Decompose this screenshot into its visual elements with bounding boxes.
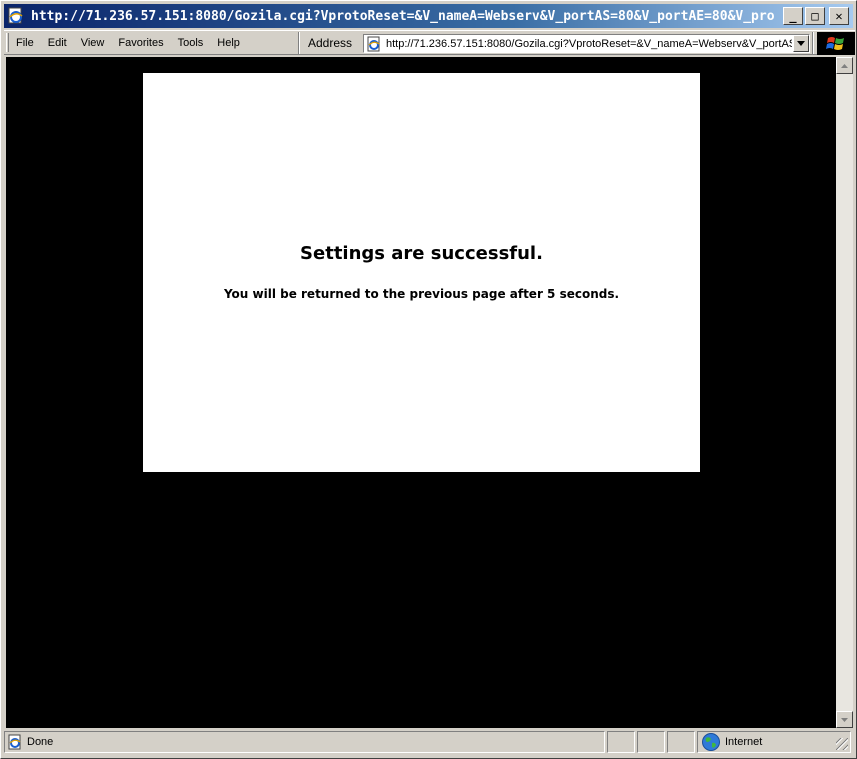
page-content: Settings are successful. You will be ret… bbox=[6, 57, 836, 728]
scroll-up-button[interactable] bbox=[836, 57, 853, 74]
vertical-scrollbar[interactable] bbox=[836, 57, 853, 728]
status-bar: Done Internet bbox=[4, 731, 855, 755]
status-text: Done bbox=[27, 736, 54, 748]
browser-window: http://71.236.57.151:8080/Gozila.cgi?Vpr… bbox=[0, 0, 857, 759]
status-pane-zone: Internet bbox=[697, 731, 851, 753]
address-input[interactable]: http://71.236.57.151:8080/Gozila.cgi?Vpr… bbox=[386, 38, 792, 50]
windows-logo-icon bbox=[817, 32, 855, 55]
toolbar-separator bbox=[298, 32, 300, 54]
minimize-button[interactable]: _ bbox=[783, 7, 803, 25]
ie-page-icon bbox=[7, 7, 25, 25]
ie-page-icon bbox=[7, 734, 23, 750]
redirect-message: You will be returned to the previous pag… bbox=[223, 287, 620, 301]
window-title: http://71.236.57.151:8080/Gozila.cgi?Vpr… bbox=[31, 8, 776, 24]
chevron-down-icon bbox=[797, 41, 805, 46]
menu-item-tools[interactable]: Tools bbox=[171, 37, 211, 49]
menu-item-favorites[interactable]: Favorites bbox=[111, 37, 170, 49]
close-button[interactable]: ✕ bbox=[829, 7, 849, 25]
menu-item-edit[interactable]: Edit bbox=[41, 37, 74, 49]
status-pane bbox=[637, 731, 665, 753]
ie-page-icon bbox=[366, 36, 382, 52]
menu-item-view[interactable]: View bbox=[74, 37, 112, 49]
menu-bar: File Edit View Favorites Tools Help Addr… bbox=[4, 30, 855, 55]
message-panel: Settings are successful. You will be ret… bbox=[143, 73, 700, 472]
arrow-up-icon bbox=[841, 63, 848, 68]
status-pane bbox=[607, 731, 635, 753]
arrow-down-icon bbox=[841, 717, 848, 722]
menu-item-file[interactable]: File bbox=[9, 37, 41, 49]
zone-label: Internet bbox=[725, 736, 763, 748]
address-label: Address bbox=[308, 36, 353, 50]
menu-item-help[interactable]: Help bbox=[210, 37, 247, 49]
toolbar-separator bbox=[812, 32, 814, 54]
address-dropdown-button[interactable] bbox=[793, 35, 809, 52]
resize-grip[interactable] bbox=[836, 738, 848, 750]
maximize-button[interactable]: □ bbox=[805, 7, 825, 25]
scroll-down-button[interactable] bbox=[836, 711, 853, 728]
page-title: Settings are successful. bbox=[300, 243, 543, 264]
status-pane-main: Done bbox=[4, 731, 605, 753]
address-bar[interactable]: http://71.236.57.151:8080/Gozila.cgi?Vpr… bbox=[363, 34, 810, 53]
status-pane bbox=[667, 731, 695, 753]
title-bar[interactable]: http://71.236.57.151:8080/Gozila.cgi?Vpr… bbox=[4, 4, 853, 28]
globe-icon bbox=[701, 732, 721, 752]
